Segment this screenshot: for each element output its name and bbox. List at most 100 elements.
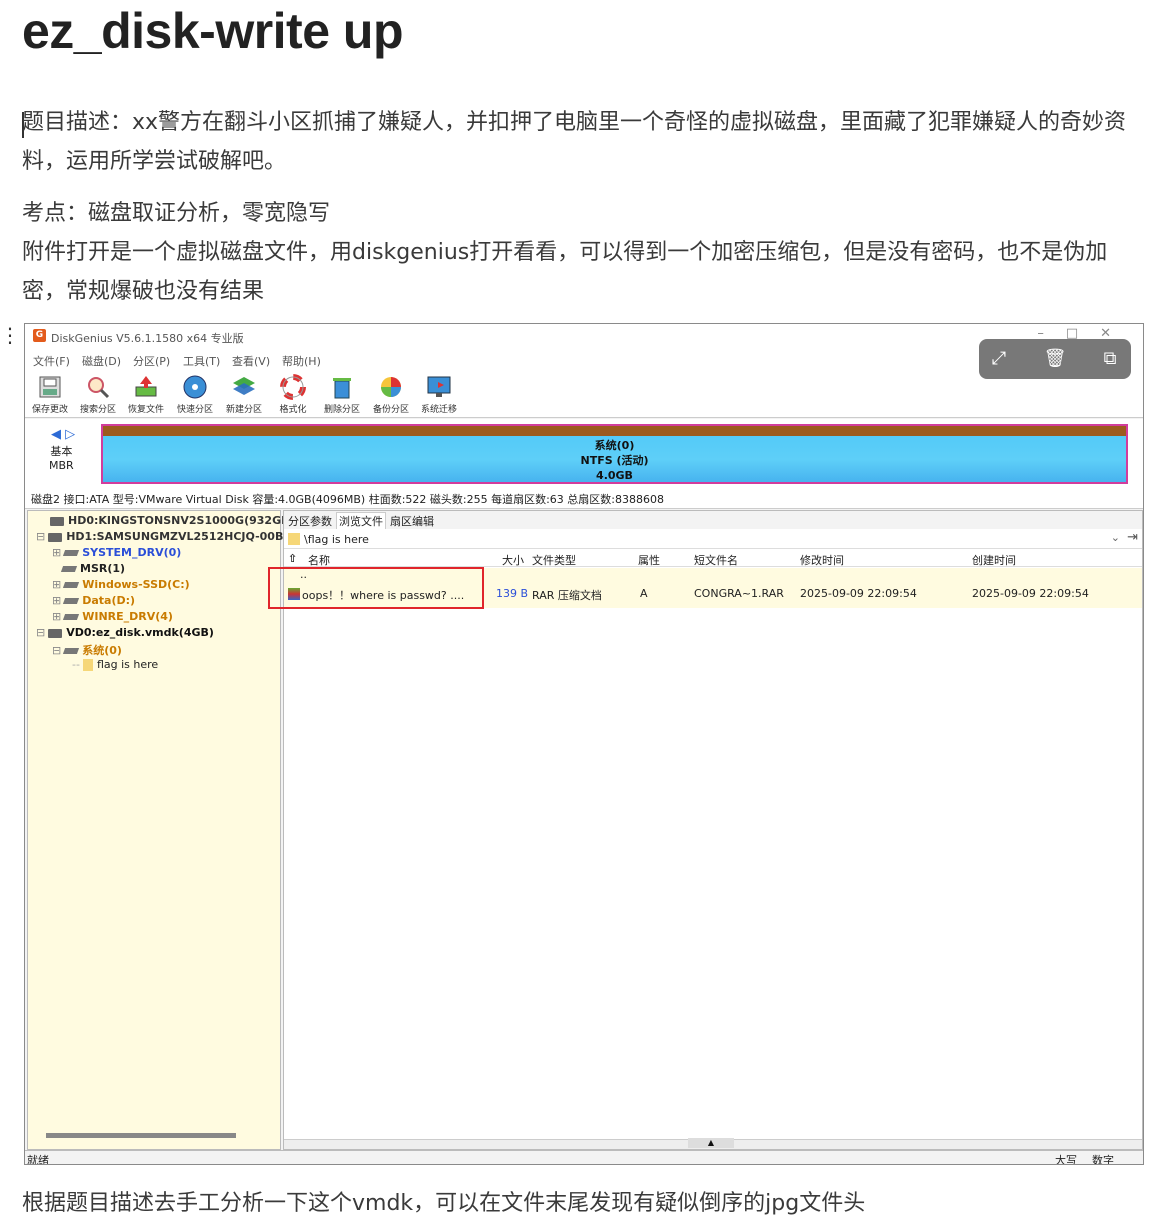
tree-node-hd1[interactable]: ⊟ HD1:SAMSUNGMZVL2512HCJQ-00BL7: [36, 530, 298, 543]
copy-icon[interactable]: ⧉: [1098, 347, 1122, 371]
chevron-up-icon[interactable]: ▲: [688, 1138, 734, 1148]
window-title: DiskGenius V5.6.1.1580 x64 专业版: [51, 332, 244, 345]
disk-icon: [48, 628, 63, 638]
paragraph-description: 题目描述：xx警方在翻斗小区抓捕了嫌疑人，并扣押了电脑里一个奇怪的虚拟磁盘，里面…: [22, 110, 1127, 174]
tree-node-system-partition[interactable]: ⊟ 系统(0): [52, 642, 122, 658]
up-arrow-icon[interactable]: ⇧: [288, 552, 297, 565]
format-label: 格式化: [279, 405, 307, 415]
tree-node-data[interactable]: ⊞ Data(D:): [52, 594, 135, 607]
search-partition-button[interactable]: 搜索分区: [75, 372, 121, 415]
col-modified[interactable]: 修改时间: [800, 552, 844, 568]
col-name[interactable]: 名称: [308, 552, 330, 568]
recover-icon: [135, 376, 157, 397]
new-partition-button[interactable]: 新建分区: [221, 372, 267, 415]
tree-node-hd0[interactable]: HD0:KINGSTONSNV2S1000G(932GB): [50, 514, 295, 527]
file-created: 2025-09-09 22:09:54: [972, 587, 1089, 600]
file-attr: A: [640, 587, 648, 600]
system-migrate-label: 系统迁移: [420, 405, 457, 415]
partition-bar[interactable]: 系统(0) NTFS (活动) 4.0GB: [101, 424, 1128, 484]
go-arrow-icon[interactable]: ⇥: [1127, 530, 1138, 545]
file-short-name: CONGRA~1.RAR: [694, 587, 784, 600]
panel-splitter[interactable]: ▲: [284, 1138, 1142, 1149]
menu-disk[interactable]: 磁盘(D): [82, 353, 121, 369]
trash-icon: [333, 378, 351, 399]
delete-partition-button[interactable]: 删除分区: [319, 372, 365, 415]
page-title: ez_disk-write up: [22, 3, 404, 59]
tree-node-vd0[interactable]: ⊟ VD0:ez_disk.vmdk(4GB): [36, 626, 214, 639]
menu-tools[interactable]: 工具(T): [183, 353, 220, 369]
drag-handle-icon[interactable]: ⋮: [0, 325, 20, 345]
folder-icon: [82, 659, 93, 671]
partition-icon: [63, 582, 80, 588]
tree-node-system-drv[interactable]: ⊞ SYSTEM_DRV(0): [52, 546, 181, 559]
expand-icon[interactable]: ⤢: [987, 347, 1011, 371]
delete-icon[interactable]: 🗑: [1043, 347, 1067, 371]
chevron-down-icon[interactable]: ⌄: [1111, 531, 1120, 544]
tree-node-msr-label: MSR(1): [80, 562, 126, 575]
path-input[interactable]: \flag is here: [304, 533, 369, 546]
status-ready: 就绪: [27, 1154, 49, 1165]
file-list: .. oops！！where is passwd? .... 139 B RAR…: [268, 567, 1142, 609]
menu-partition[interactable]: 分区(P): [133, 353, 170, 369]
format-button[interactable]: 格式化: [270, 372, 316, 415]
menu-bar: 文件(F) 磁盘(D) 分区(P) 工具(T) 查看(V) 帮助(H): [25, 348, 1143, 370]
paragraph-points-line: 考点：磁盘取证分析，零宽隐写: [22, 201, 331, 226]
status-num: 数字: [1092, 1154, 1114, 1165]
partition-icon: [60, 566, 78, 572]
tree-node-hd1-label: HD1:SAMSUNGMZVL2512HCJQ-00BL7: [66, 530, 298, 543]
file-modified: 2025-09-09 22:09:54: [800, 587, 917, 600]
save-changes-button[interactable]: 保存更改: [27, 372, 73, 415]
tab-sector-edit[interactable]: 扇区编辑: [388, 513, 436, 529]
menu-help[interactable]: 帮助(H): [282, 353, 321, 369]
file-list-header: ⇧ 名称 大小 文件类型 属性 短文件名 修改时间 创建时间: [284, 549, 1142, 567]
tree-node-system-drv-label: SYSTEM_DRV(0): [82, 546, 182, 559]
tree-node-flag-folder-label: flag is here: [96, 658, 159, 671]
tab-partition-params[interactable]: 分区参数: [286, 513, 334, 529]
window-titlebar: G DiskGenius V5.6.1.1580 x64 专业版 –□✕: [25, 324, 1143, 348]
paragraph-attachment: 附件打开是一个虚拟磁盘文件，用diskgenius打开看看，可以得到一个加密压缩…: [22, 240, 1108, 304]
menu-file[interactable]: 文件(F): [33, 353, 70, 369]
partition-bar-text: 系统(0) NTFS (活动) 4.0GB: [103, 438, 1126, 483]
partition-icon: [63, 648, 80, 654]
menu-view[interactable]: 查看(V): [232, 353, 270, 369]
tree-node-vd0-label: VD0:ez_disk.vmdk(4GB): [66, 626, 214, 639]
partition-bar-header: [103, 426, 1126, 436]
partition-icon: [63, 550, 80, 556]
disk-icon: [48, 532, 63, 542]
diskgenius-screenshot: G DiskGenius V5.6.1.1580 x64 专业版 –□✕ 文件(…: [24, 323, 1144, 1165]
col-created[interactable]: 创建时间: [972, 552, 1016, 568]
disk-nav-arrows[interactable]: ◀ ▷: [51, 427, 75, 442]
col-short-name[interactable]: 短文件名: [694, 552, 738, 568]
tree-node-flag-folder[interactable]: -- flag is here: [72, 658, 158, 671]
status-bar: 就绪 大写 数字: [25, 1150, 1143, 1165]
disk-type-mbr: MBR: [49, 459, 74, 472]
recover-files-button[interactable]: 恢复文件: [123, 372, 169, 415]
backup-partition-button[interactable]: 备份分区: [368, 372, 414, 415]
col-attr[interactable]: 属性: [638, 552, 660, 568]
disc-icon: [183, 375, 207, 399]
panel-tabs: 分区参数 浏览文件 扇区编辑: [284, 511, 1142, 529]
quick-partition-button[interactable]: 快速分区: [172, 372, 218, 415]
partition-icon: [63, 598, 80, 604]
paragraph-analysis: 根据题目描述去手工分析一下这个vmdk，可以在文件末尾发现有疑似倒序的jpg文件…: [22, 1191, 866, 1216]
tree-node-windows-ssd[interactable]: ⊞ Windows-SSD(C:): [52, 578, 190, 591]
pie-icon: [381, 377, 401, 397]
tree-node-hd0-label: HD0:KINGSTONSNV2S1000G(932GB): [68, 514, 295, 527]
tab-browse-files[interactable]: 浏览文件: [336, 512, 386, 529]
system-migrate-button[interactable]: 系统迁移: [416, 372, 462, 415]
col-size[interactable]: 大小: [502, 552, 524, 568]
app-logo-icon: G: [33, 329, 46, 342]
col-type[interactable]: 文件类型: [532, 552, 576, 568]
disk-type: 基本 MBR: [49, 445, 74, 473]
tree-node-data-label: Data(D:): [82, 594, 136, 607]
tree-node-winre[interactable]: ⊞ WINRE_DRV(4): [52, 610, 173, 623]
toolbar: 保存更改 搜索分区 恢复文件 快速分区 新建分区 格式化 删除分区 备份分区 系…: [25, 370, 1143, 418]
tree-node-msr[interactable]: MSR(1): [60, 562, 126, 575]
tree-scrollbar[interactable]: [46, 1133, 236, 1138]
tree-node-system-partition-label: 系统(0): [82, 644, 122, 657]
file-browser-panel: 分区参数 浏览文件 扇区编辑 \flag is here ⌄ ⇥ ⇧ 名称 大小…: [268, 510, 1143, 1150]
quick-partition-label: 快速分区: [176, 405, 213, 415]
lifebuoy-icon: [280, 374, 306, 400]
save-icon: [39, 376, 61, 398]
tree-node-windows-ssd-label: Windows-SSD(C:): [82, 578, 190, 591]
